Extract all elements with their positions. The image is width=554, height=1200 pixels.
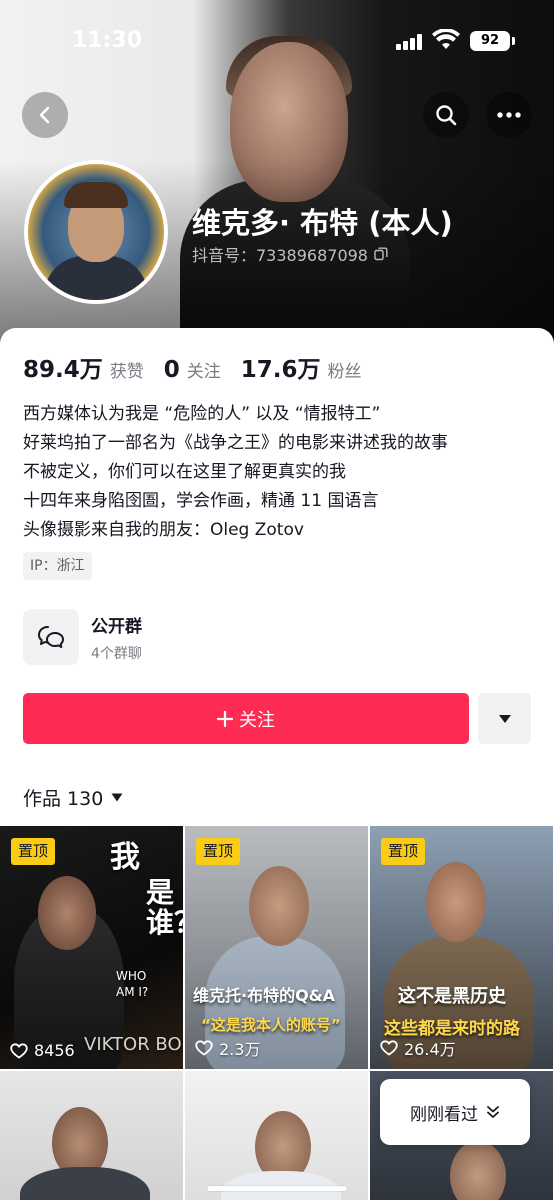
chevron-left-icon <box>39 106 50 124</box>
following-count[interactable]: 0 <box>164 357 180 383</box>
profile-name: 维克多· 布特 (本人) <box>192 206 453 240</box>
ip-location-tag: IP：浙江 <box>23 552 92 580</box>
video-tile[interactable] <box>0 1071 183 1200</box>
video-overlay-text: 是谁？ <box>146 876 183 939</box>
status-time: 11:30 <box>72 28 143 53</box>
douyin-id-text: 抖音号：73389687098 <box>192 246 368 265</box>
bio-line: 十四年来身陷囹圄，学会作画，精通 11 国语言 <box>23 491 379 511</box>
avatar[interactable] <box>24 160 168 304</box>
video-tile[interactable] <box>185 1071 368 1200</box>
followers-label[interactable]: 粉丝 <box>328 357 362 382</box>
pinned-badge: 置顶 <box>11 838 56 865</box>
video-likes-count: 26.4万 <box>404 1040 456 1059</box>
status-bar: 11:30 92 <box>0 28 554 58</box>
likes-count: 89.4万 <box>23 357 103 383</box>
profile-card: 89.4万 获赞 0 关注 17.6万 粉丝 西方媒体认为我是 “危险的人” 以… <box>0 328 554 1200</box>
more-dots-icon <box>497 112 521 118</box>
wifi-icon <box>432 29 460 49</box>
video-overlay-text: 维克托·布特的Q&A <box>193 986 336 1005</box>
video-likes: 26.4万 <box>380 1036 456 1060</box>
profile-stats: 89.4万 获赞 0 关注 17.6万 粉丝 <box>23 350 382 384</box>
heart-icon <box>10 1042 28 1059</box>
video-likes: 2.3万 <box>195 1036 260 1060</box>
video-overlay-text: “这是我本人的账号” <box>201 1016 341 1034</box>
profile-bio: 西方媒体认为我是 “危险的人” 以及 “情报特工” 好莱坞拍了一部名为《战争之王… <box>23 400 533 545</box>
video-likes-count: 8456 <box>34 1041 75 1060</box>
more-button[interactable] <box>486 92 532 138</box>
heart-icon <box>380 1040 398 1056</box>
bio-line: 头像摄影来自我的朋友：Oleg Zotov <box>23 520 304 540</box>
video-tile[interactable]: 我 是谁？ WHO AM I? VIKTOR BOUT 置顶 8456 <box>0 826 183 1069</box>
home-indicator <box>207 1186 347 1191</box>
follow-button[interactable]: 关注 <box>23 693 469 744</box>
following-label[interactable]: 关注 <box>187 357 221 382</box>
bio-line: 好莱坞拍了一部名为《战争之王》的电影来讲述我的故事 <box>23 433 448 453</box>
followers-count[interactable]: 17.6万 <box>241 350 321 384</box>
double-chevron-down-icon <box>487 1106 499 1118</box>
recently-viewed-label: 刚刚看过 <box>410 1104 478 1125</box>
pinned-badge: 置顶 <box>381 838 426 865</box>
battery-icon: 92 <box>470 31 515 51</box>
group-subtitle: 4个群聊 <box>91 645 142 662</box>
recently-viewed-button[interactable]: 刚刚看过 <box>380 1079 530 1145</box>
works-tab[interactable]: 作品 130 <box>23 784 123 811</box>
recommend-dropdown-button[interactable] <box>478 693 531 744</box>
pinned-badge: 置顶 <box>196 838 241 865</box>
group-chat-icon <box>23 609 79 665</box>
copy-icon[interactable] <box>374 247 388 261</box>
banner-photo <box>180 20 410 360</box>
likes-label: 获赞 <box>109 362 144 382</box>
bio-line: 西方媒体认为我是 “危险的人” 以及 “情报特工” <box>23 404 381 424</box>
plus-icon <box>217 710 233 727</box>
cellular-signal-icon <box>396 34 426 50</box>
group-title: 公开群 <box>91 616 142 637</box>
heart-icon <box>195 1040 213 1056</box>
search-button[interactable] <box>423 92 469 138</box>
caret-down-icon <box>111 793 123 802</box>
video-overlay-text: VIKTOR BOUT <box>84 1034 183 1055</box>
back-button[interactable] <box>22 92 68 138</box>
douyin-id[interactable]: 抖音号：73389687098 <box>192 242 388 266</box>
caret-down-icon <box>498 714 511 723</box>
video-likes-count: 2.3万 <box>219 1040 261 1059</box>
follow-label: 关注 <box>239 709 275 731</box>
video-likes: 8456 <box>10 1041 75 1060</box>
video-tile[interactable]: 维克托·布特的Q&A “这是我本人的账号” 置顶 2.3万 <box>185 826 368 1069</box>
bio-line: 不被定义，你们可以在这里了解更真实的我 <box>23 462 346 482</box>
video-overlay-text: 这不是黑历史 <box>398 986 506 1007</box>
search-icon <box>436 105 457 126</box>
video-overlay-text: 我 <box>110 840 140 875</box>
video-overlay-text: WHO AM I? <box>116 969 149 999</box>
video-tile[interactable]: 这不是黑历史 这些都是来时的路 置顶 26.4万 <box>370 826 553 1069</box>
works-tab-label: 作品 130 <box>23 788 104 810</box>
public-group-entry[interactable]: 公开群 4个群聊 <box>23 608 142 666</box>
